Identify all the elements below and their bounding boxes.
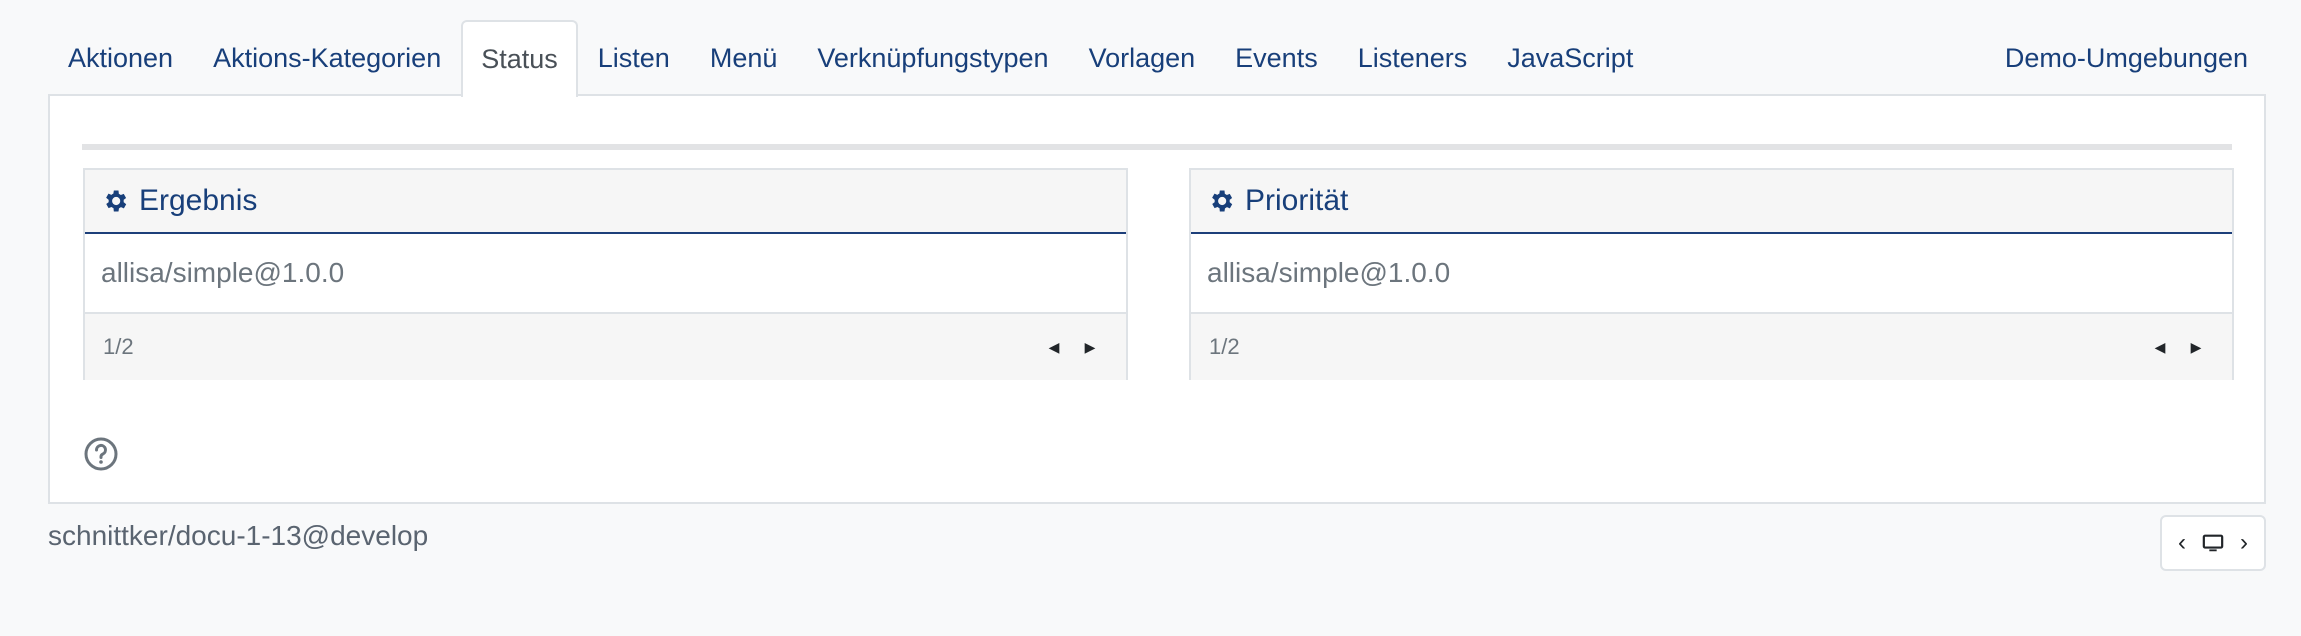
card-pager: 1/2 ◀ ▶: [85, 314, 1126, 380]
tab-aktions-kategorien[interactable]: Aktions-Kategorien: [193, 20, 461, 95]
tab-listen[interactable]: Listen: [578, 20, 690, 95]
chevron-right-icon[interactable]: ›: [2240, 529, 2248, 557]
gear-icon: [1207, 187, 1235, 215]
tab-content-panel: Ergebnis allisa/simple@1.0.0 1/2 ◀ ▶ Pri…: [48, 94, 2266, 504]
pager-count: 1/2: [1209, 334, 1240, 359]
tab-spacer: [1653, 20, 1985, 95]
card-title: Ergebnis: [139, 184, 258, 217]
tab-status[interactable]: Status: [461, 20, 578, 97]
environment-switcher: ‹ ›: [2160, 515, 2266, 571]
card-header: Priorität: [1191, 170, 2232, 234]
pager-prev-icon[interactable]: ◀: [1036, 329, 1072, 365]
status-card-ergebnis: Ergebnis allisa/simple@1.0.0 1/2 ◀ ▶: [83, 168, 1128, 380]
tab-listeners[interactable]: Listeners: [1338, 20, 1488, 95]
chevron-left-icon[interactable]: ‹: [2178, 529, 2186, 557]
card-header: Ergebnis: [85, 170, 1126, 234]
pager-prev-icon[interactable]: ◀: [2142, 329, 2178, 365]
monitor-icon[interactable]: [2202, 532, 2224, 554]
gear-icon: [101, 187, 129, 215]
tab-javascript[interactable]: JavaScript: [1487, 20, 1653, 95]
card-value: allisa/simple@1.0.0: [1191, 234, 2232, 314]
pager-next-icon[interactable]: ▶: [1072, 329, 1108, 365]
pager-next-icon[interactable]: ▶: [2178, 329, 2214, 365]
tab-aktionen[interactable]: Aktionen: [48, 20, 193, 95]
card-pager: 1/2 ◀ ▶: [1191, 314, 2232, 380]
question-circle-icon[interactable]: [83, 436, 119, 472]
tab-events[interactable]: Events: [1215, 20, 1338, 95]
status-card-prioritaet: Priorität allisa/simple@1.0.0 1/2 ◀ ▶: [1189, 168, 2234, 380]
nav-tabs: Aktionen Aktions-Kategorien Status Liste…: [48, 20, 2268, 97]
branch-label: schnittker/docu-1-13@develop: [48, 520, 429, 551]
pager-count: 1/2: [103, 334, 134, 359]
tab-demo-umgebungen[interactable]: Demo-Umgebungen: [1985, 20, 2268, 95]
card-value: allisa/simple@1.0.0: [85, 234, 1126, 314]
tab-menue[interactable]: Menü: [690, 20, 798, 95]
tab-vorlagen[interactable]: Vorlagen: [1069, 20, 1216, 95]
divider-rule: [82, 144, 2232, 150]
card-title: Priorität: [1245, 184, 1349, 217]
tab-verknuepfungstypen[interactable]: Verknüpfungstypen: [797, 20, 1068, 95]
